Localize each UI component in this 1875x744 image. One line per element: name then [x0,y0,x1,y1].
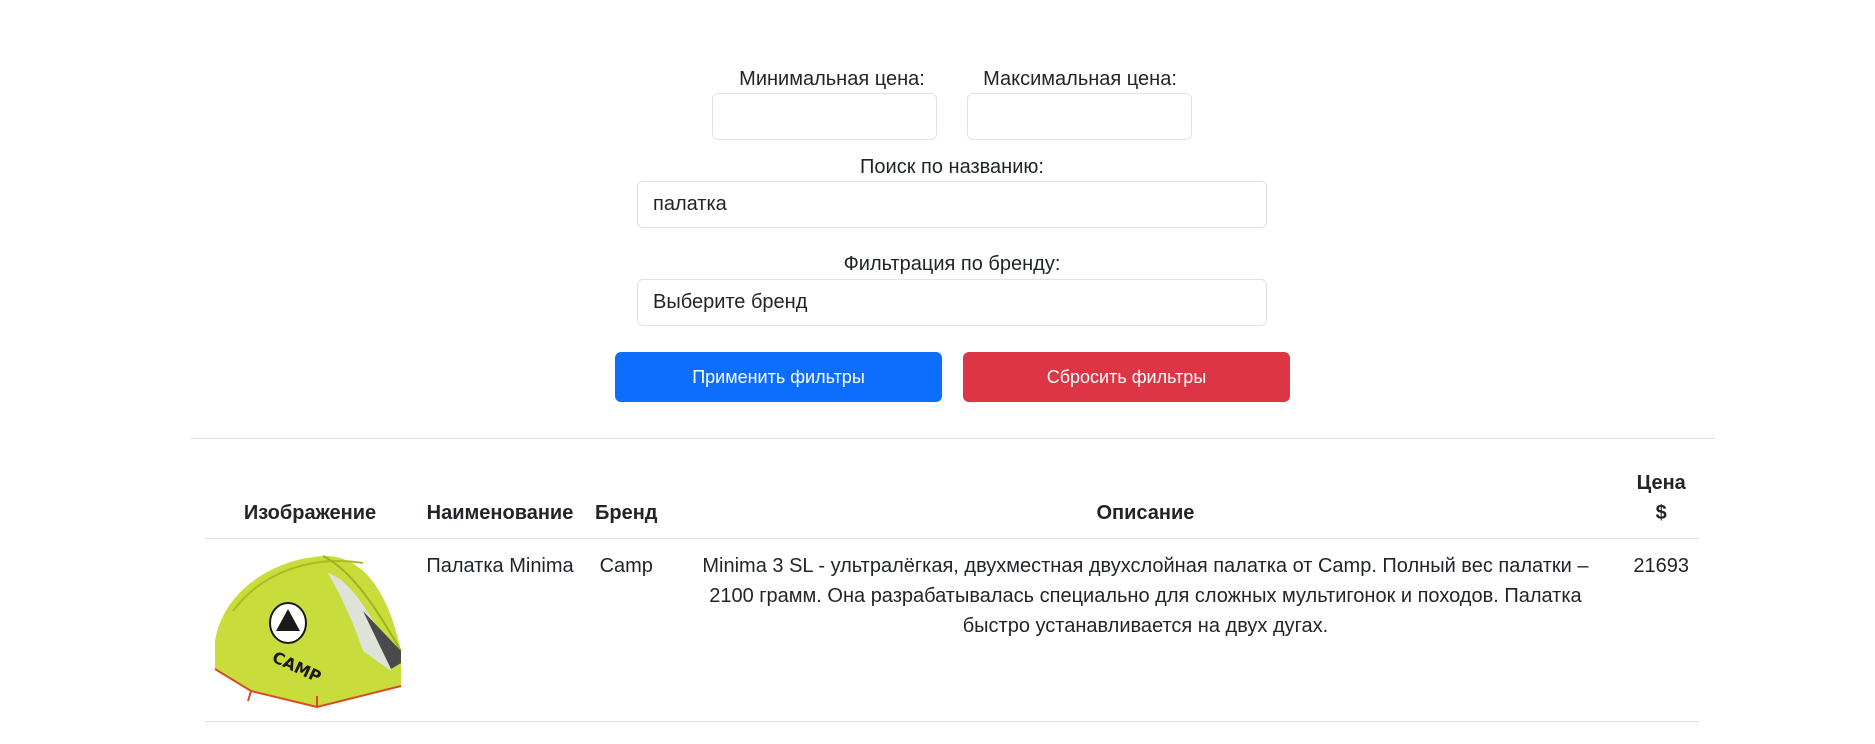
header-description: Описание [667,464,1624,539]
min-price-input[interactable] [712,93,937,140]
search-input[interactable] [637,181,1267,228]
header-image: Изображение [205,464,415,539]
search-label: Поиск по названию: [860,156,1044,178]
header-name: Наименование [415,464,585,539]
header-brand: Бренд [585,464,668,539]
table-row: CAMP Палатка Minima Camp Minima 3 SL - у… [205,538,1699,722]
header-price-currency: $ [1655,502,1667,524]
product-price: 21693 [1623,538,1699,722]
product-name: Палатка Minima [415,538,585,722]
brand-select-value: Выберите бренд [653,291,808,313]
header-price: Цена $ [1623,464,1699,539]
min-price-label: Минимальная цена: [739,68,925,90]
tent-product-image: CAMP [214,555,402,709]
brand-filter-label: Фильтрация по бренду: [843,253,1061,275]
products-table: Изображение Наименование Бренд Описание … [205,464,1699,722]
max-price-label: Максимальная цена: [983,68,1177,90]
apply-filters-button[interactable]: Применить фильтры [615,352,942,402]
product-brand: Camp [585,538,668,722]
product-description: Minima 3 SL - ультралёгкая, двухместная … [667,538,1624,722]
table-header-row: Изображение Наименование Бренд Описание … [205,464,1699,539]
brand-select[interactable]: Выберите бренд [637,279,1267,326]
header-price-label: Цена [1636,472,1686,494]
reset-filters-button[interactable]: Сбросить фильтры [963,352,1290,402]
max-price-input[interactable] [967,93,1192,140]
product-image-cell: CAMP [205,538,415,722]
section-divider [190,438,1715,439]
